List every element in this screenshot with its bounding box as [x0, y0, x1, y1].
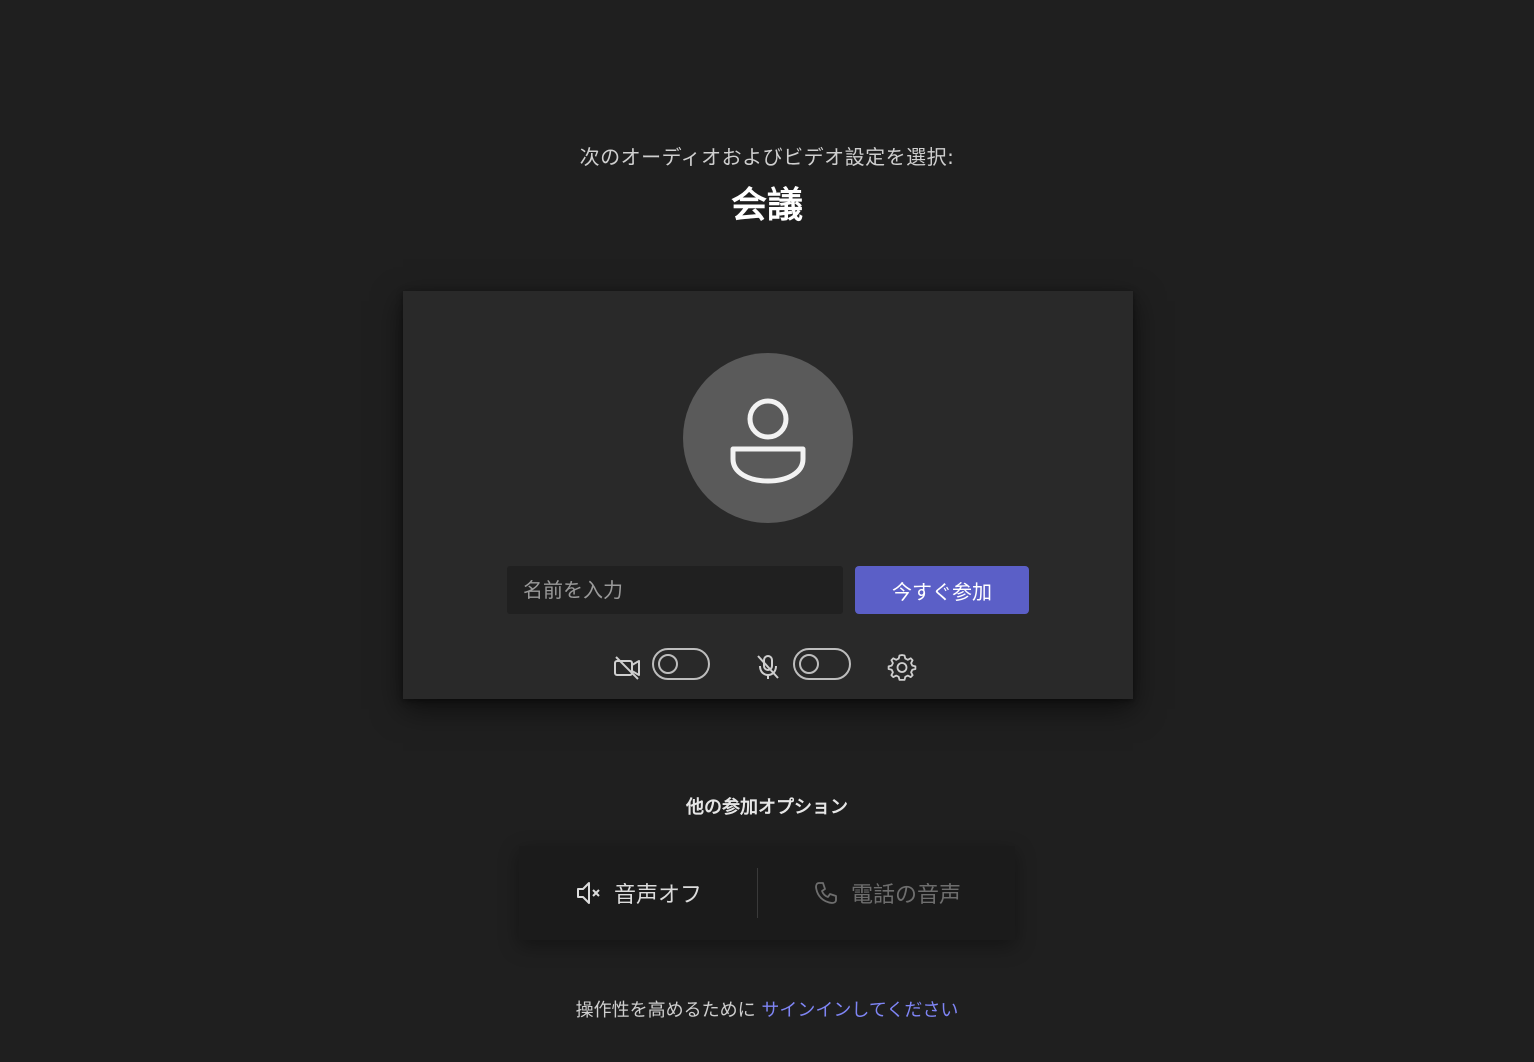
device-controls [403, 646, 1133, 686]
gear-icon[interactable] [887, 652, 917, 682]
speaker-off-icon [576, 882, 600, 904]
mic-off-icon [757, 655, 779, 679]
settings-subtitle: 次のオーディオおよびビデオ設定を選択: [579, 145, 955, 169]
audio-off-label: 音声オフ [613, 883, 702, 908]
footer-text: 操作性を高めるために [575, 1000, 756, 1021]
other-join-options-title: 他の参加オプション [686, 797, 848, 818]
footer: 操作性を高めるために サインインしてください [0, 996, 1534, 1022]
avatar [683, 353, 853, 523]
meeting-title: 会議 [730, 185, 803, 226]
person-icon [730, 398, 806, 484]
phone-audio-option[interactable]: 電話の音声 [759, 846, 1015, 940]
phone-icon [815, 882, 837, 904]
phone-audio-label: 電話の音声 [850, 883, 961, 908]
options-divider [757, 868, 758, 918]
camera-toggle[interactable] [652, 648, 710, 680]
camera-toggle-knob [658, 654, 678, 674]
camera-off-icon [614, 656, 640, 680]
join-now-button[interactable]: 今すぐ参加 [855, 566, 1029, 614]
microphone-toggle-knob [799, 654, 819, 674]
audio-off-option[interactable]: 音声オフ [519, 846, 757, 940]
sign-in-link[interactable]: サインインしてください [761, 1000, 958, 1021]
prejoin-page: 次のオーディオおよびビデオ設定を選択: 会議 今すぐ参加 [0, 0, 1534, 1062]
prejoin-card: 今すぐ参加 [403, 291, 1133, 699]
microphone-toggle[interactable] [793, 648, 851, 680]
other-join-options: 音声オフ 電話の音声 [519, 846, 1015, 940]
name-input[interactable] [507, 566, 843, 614]
